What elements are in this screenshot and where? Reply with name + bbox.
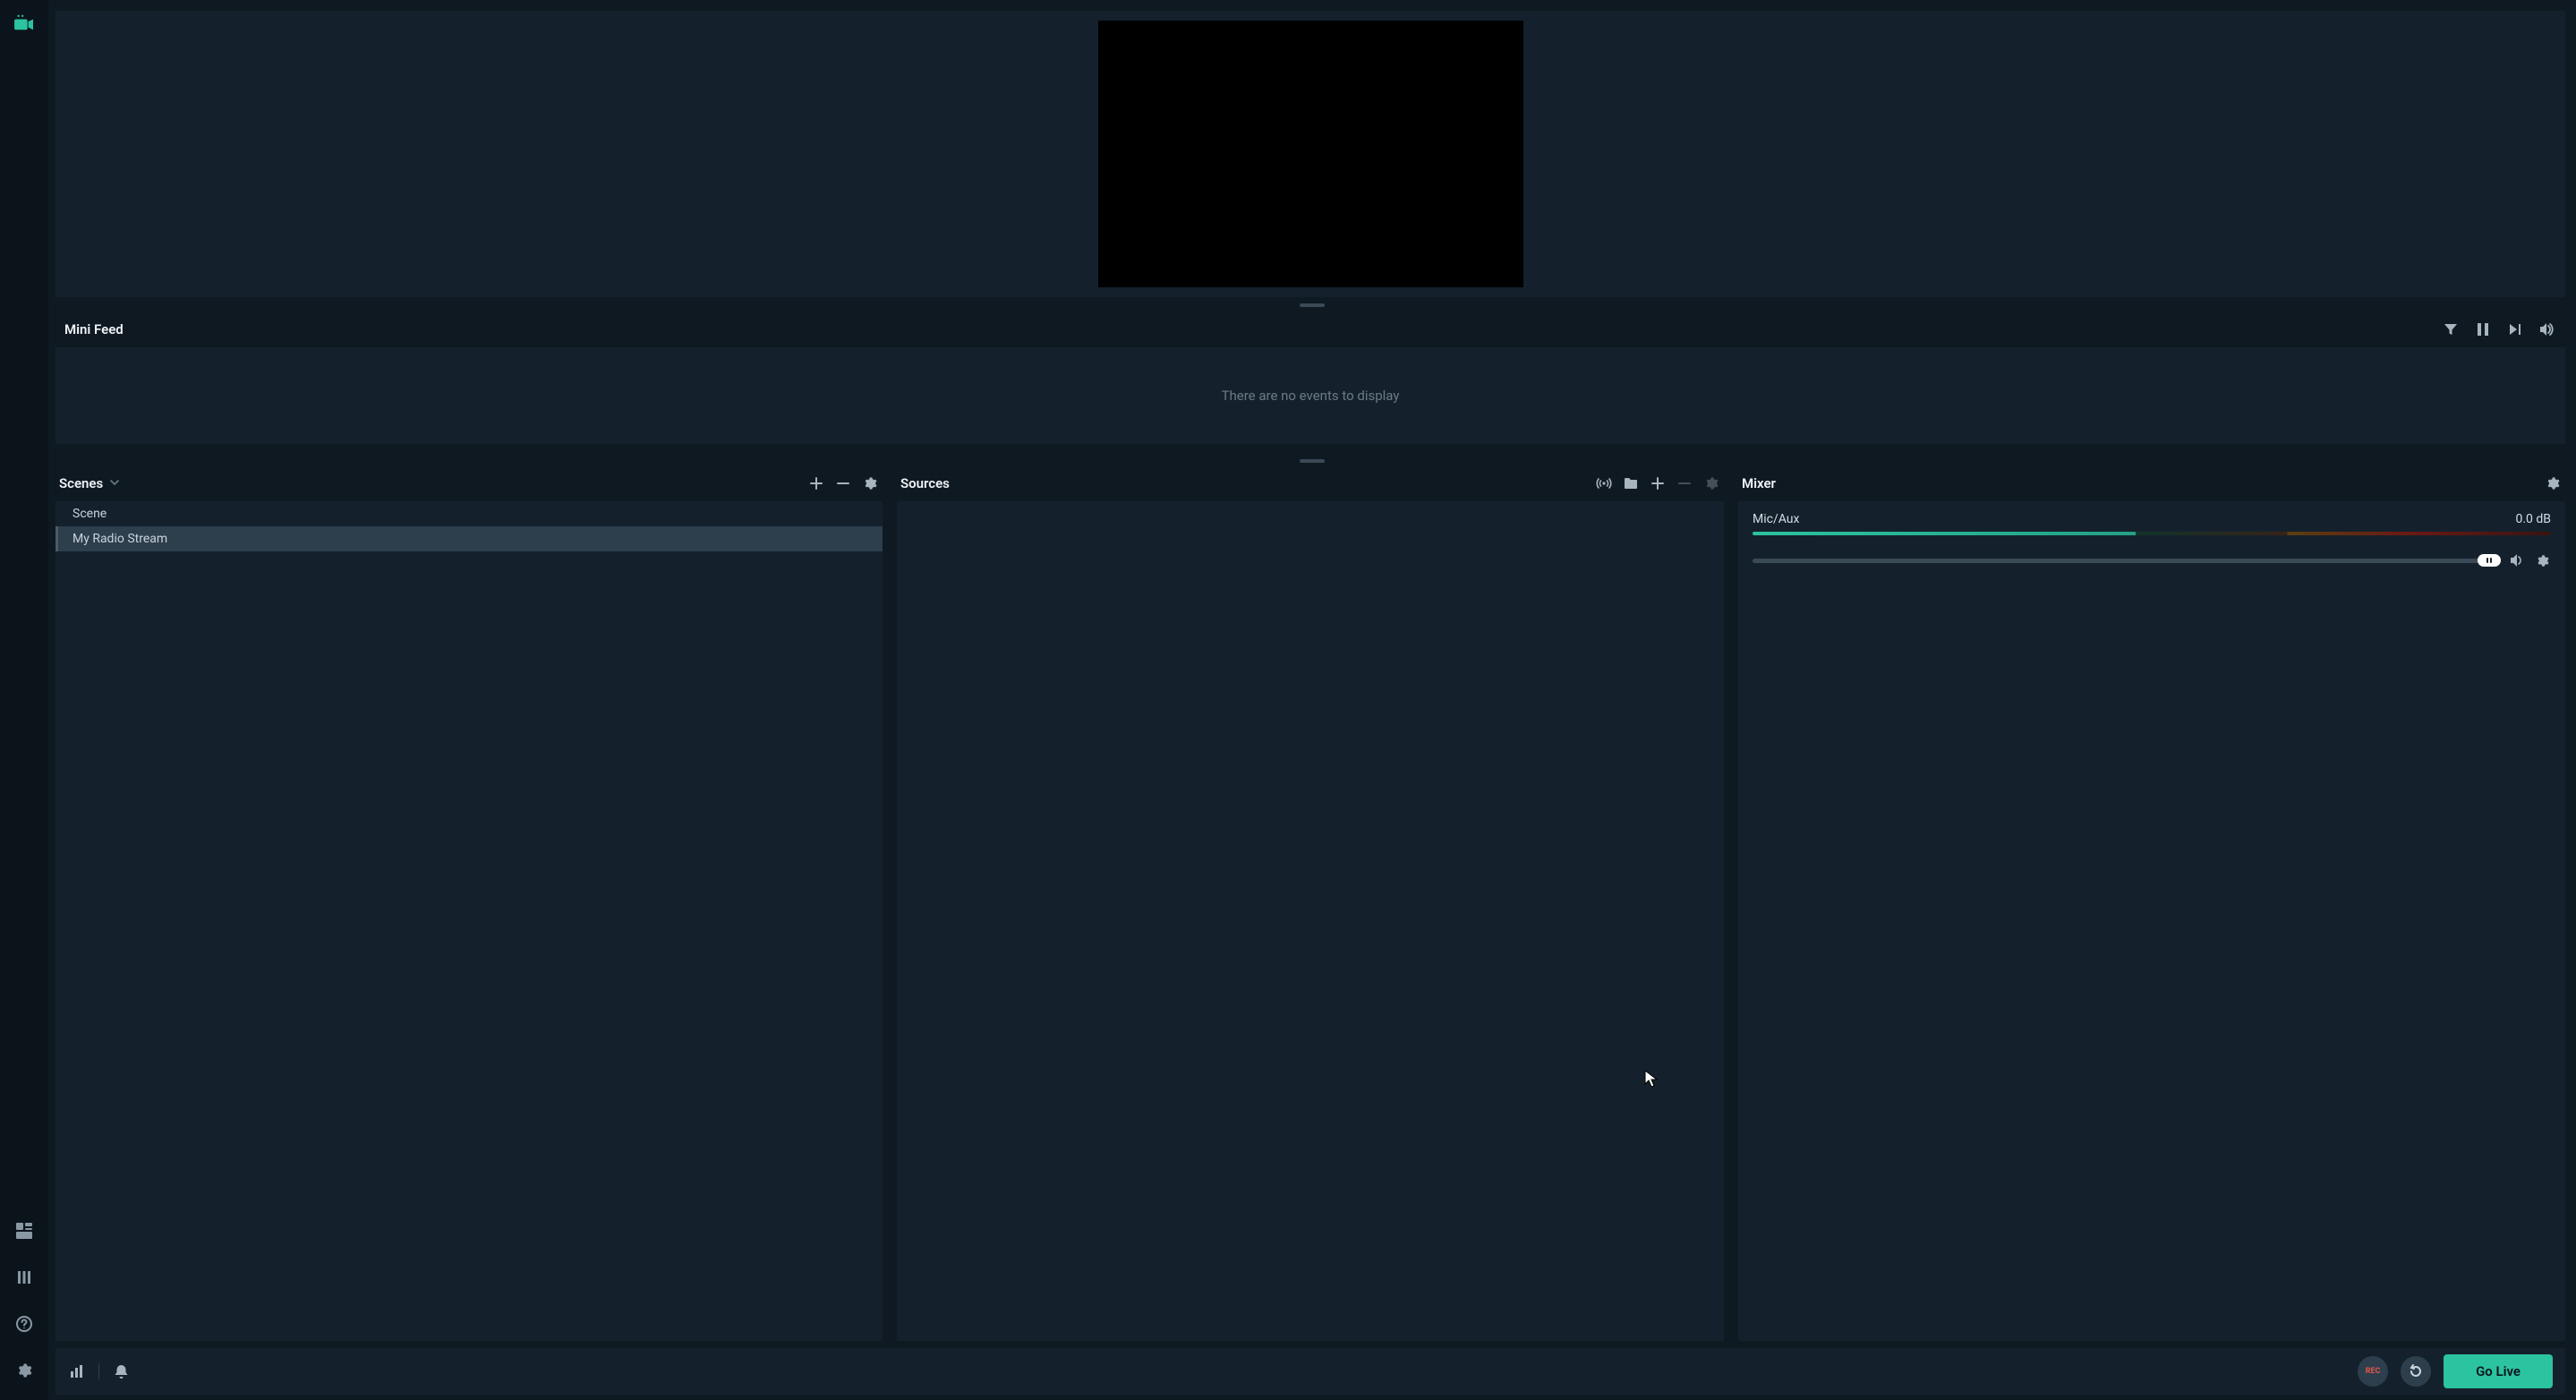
mixer-panel: Mixer Mic/Aux 0.0 dB <box>1738 469 2565 1341</box>
scenes-panel: Scenes <box>55 469 883 1341</box>
top-resize-handle[interactable] <box>48 297 2576 313</box>
mixer-title: Mixer <box>1742 475 1776 491</box>
channel-volume-icon[interactable] <box>2508 551 2526 569</box>
skip-icon[interactable] <box>2506 320 2524 338</box>
scene-settings-icon[interactable] <box>861 474 879 492</box>
scenes-list: Scene My Radio Stream <box>55 501 883 1341</box>
remove-scene-icon[interactable] <box>834 474 852 492</box>
folder-icon[interactable] <box>1622 474 1640 492</box>
mixer-channel: Mic/Aux 0.0 dB <box>1738 501 2565 580</box>
sources-list[interactable] <box>897 501 1724 1341</box>
sidebar <box>0 0 48 1400</box>
volume-icon[interactable] <box>2538 320 2556 338</box>
scene-item[interactable]: Scene <box>55 501 883 526</box>
preview-canvas[interactable] <box>1098 21 1523 287</box>
broadcast-icon[interactable] <box>1595 474 1613 492</box>
channel-level: 0.0 dB <box>2515 512 2551 526</box>
notifications-icon[interactable] <box>112 1362 130 1380</box>
filter-icon[interactable] <box>2442 320 2460 338</box>
stats-nav-icon[interactable] <box>9 1262 39 1293</box>
app-logo-icon <box>9 9 39 38</box>
channel-settings-icon[interactable] <box>2533 551 2551 569</box>
divider <box>98 1363 99 1379</box>
chevron-down-icon[interactable] <box>110 480 119 487</box>
mixer-settings-icon[interactable] <box>2544 474 2562 492</box>
middle-resize-handle[interactable] <box>48 453 2576 469</box>
level-meter <box>1753 532 2551 535</box>
go-live-button[interactable]: Go Live <box>2444 1354 2553 1388</box>
mini-feed-body: There are no events to display <box>55 347 2565 444</box>
scenes-title: Scenes <box>59 475 103 491</box>
stats-icon[interactable] <box>68 1362 86 1380</box>
remove-source-icon[interactable] <box>1676 474 1693 492</box>
sources-title: Sources <box>900 475 950 491</box>
channel-name: Mic/Aux <box>1753 512 1799 526</box>
add-scene-icon[interactable] <box>807 474 825 492</box>
add-source-icon[interactable] <box>1649 474 1667 492</box>
record-button[interactable]: REC <box>2358 1356 2388 1387</box>
undo-button[interactable] <box>2401 1356 2431 1387</box>
mini-feed-title: Mini Feed <box>64 321 124 337</box>
help-nav-icon[interactable] <box>9 1309 39 1339</box>
mini-feed-empty-text: There are no events to display <box>1222 388 1400 404</box>
pause-icon[interactable] <box>2474 320 2492 338</box>
source-settings-icon[interactable] <box>1702 474 1720 492</box>
editor-nav-icon[interactable] <box>9 1216 39 1246</box>
volume-slider[interactable] <box>1753 559 2501 563</box>
sources-panel: Sources <box>897 469 1724 1341</box>
settings-nav-icon[interactable] <box>9 1355 39 1386</box>
slider-thumb[interactable] <box>2478 554 2501 567</box>
preview-area[interactable] <box>55 11 2565 297</box>
scene-item[interactable]: My Radio Stream <box>55 526 883 551</box>
status-bar: REC Go Live <box>55 1348 2565 1395</box>
